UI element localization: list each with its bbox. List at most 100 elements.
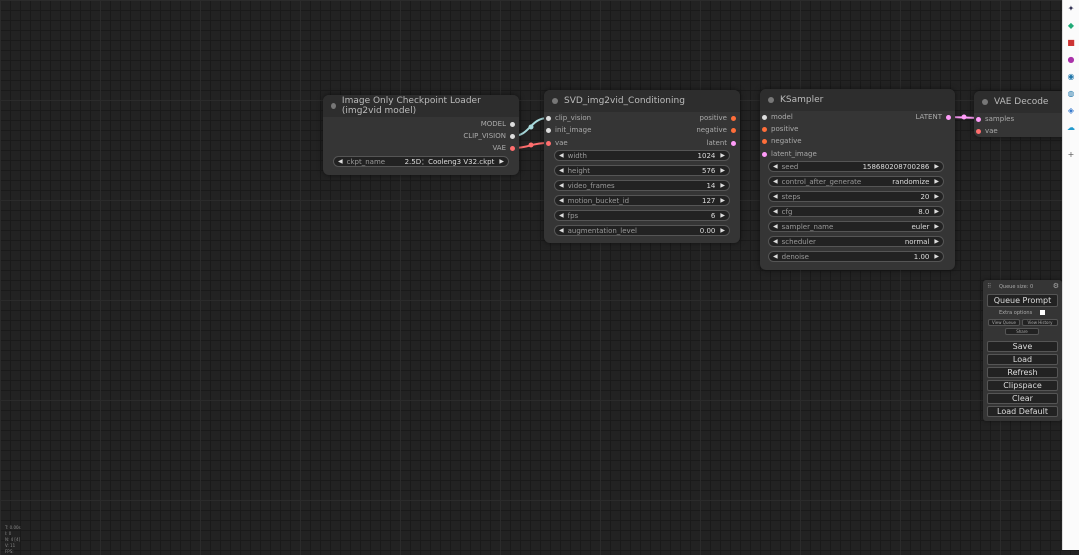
view-history-button[interactable]: View History	[1022, 319, 1058, 326]
node-vae-decode[interactable]: VAE Decode samples vae	[974, 91, 1063, 137]
output-model[interactable]: MODEL	[481, 119, 515, 129]
output-clip-vision[interactable]: CLIP_VISION	[463, 131, 515, 141]
arrow-right-icon[interactable]: ▶	[934, 193, 939, 200]
widget-control-after-generate[interactable]: ◀ control_after_generate randomize ▶	[768, 176, 944, 187]
arrow-right-icon[interactable]: ▶	[934, 223, 939, 230]
collapse-dot-icon[interactable]	[331, 103, 336, 109]
widget-ckpt-name[interactable]: ◀ ckpt_name 2.5D：Cooleng3 V32.ckpt ▶	[333, 156, 509, 167]
arrow-right-icon[interactable]: ▶	[720, 197, 725, 204]
arrow-right-icon[interactable]: ▶	[720, 152, 725, 159]
extra-options-label: Extra options	[999, 310, 1033, 316]
tag-icon[interactable]: ◆	[1066, 21, 1076, 31]
socket-icon[interactable]	[762, 151, 767, 157]
view-queue-button[interactable]: View Queue	[988, 319, 1020, 326]
output-negative[interactable]: negative	[696, 125, 736, 135]
widget-video-frames[interactable]: ◀ video_frames 14 ▶	[554, 180, 730, 191]
graph-canvas[interactable]: Image Only Checkpoint Loader (img2vid mo…	[0, 0, 1063, 554]
socket-icon[interactable]	[546, 127, 551, 133]
arrow-right-icon[interactable]: ▶	[720, 182, 725, 189]
node-ksampler[interactable]: KSampler model positive negative latent_…	[760, 89, 955, 270]
browser-sidebar: ✦ ◆ ■ ● ◉ ◍ ◈ ☁ +	[1062, 0, 1079, 550]
refresh-button[interactable]: Refresh	[987, 367, 1058, 378]
input-vae[interactable]: vae	[976, 126, 998, 136]
person-icon[interactable]: ●	[1066, 55, 1076, 65]
socket-icon[interactable]	[510, 145, 515, 151]
widget-steps[interactable]: ◀ steps 20 ▶	[768, 191, 944, 202]
arrow-right-icon[interactable]: ▶	[720, 212, 725, 219]
socket-icon[interactable]	[510, 133, 515, 139]
settings-gear-icon[interactable]: ⚙	[1053, 282, 1059, 290]
widget-scheduler[interactable]: ◀ scheduler normal ▶	[768, 236, 944, 247]
cloud-icon[interactable]: ☁	[1066, 123, 1076, 133]
outlook-icon[interactable]: ◍	[1066, 89, 1076, 99]
socket-icon[interactable]	[731, 127, 736, 133]
arrow-right-icon[interactable]: ▶	[934, 238, 939, 245]
input-samples[interactable]: samples	[976, 114, 1014, 124]
arrow-right-icon[interactable]: ▶	[499, 158, 504, 165]
node-checkpoint-loader[interactable]: Image Only Checkpoint Loader (img2vid mo…	[323, 95, 519, 175]
socket-icon[interactable]	[546, 140, 551, 146]
output-positive[interactable]: positive	[700, 113, 736, 123]
briefcase-icon[interactable]: ■	[1066, 38, 1076, 48]
output-vae[interactable]: VAE	[492, 143, 515, 153]
socket-icon[interactable]	[731, 140, 736, 146]
node-title[interactable]: Image Only Checkpoint Loader (img2vid mo…	[323, 95, 519, 117]
node-title[interactable]: KSampler	[760, 89, 955, 111]
circle-icon[interactable]: ◉	[1066, 72, 1076, 82]
queue-panel: ⠿ Queue size: 0 ⚙ Queue Prompt Extra opt…	[983, 280, 1062, 421]
node-title[interactable]: SVD_img2vid_Conditioning	[544, 90, 740, 112]
collapse-dot-icon[interactable]	[982, 99, 988, 105]
arrow-right-icon[interactable]: ▶	[934, 253, 939, 260]
widget-denoise[interactable]: ◀ denoise 1.00 ▶	[768, 251, 944, 262]
widget-sampler-name[interactable]: ◀ sampler_name euler ▶	[768, 221, 944, 232]
output-latent[interactable]: latent	[707, 138, 736, 148]
arrow-right-icon[interactable]: ▶	[720, 227, 725, 234]
arrow-right-icon[interactable]: ▶	[720, 167, 725, 174]
drag-handle-icon[interactable]: ⠿	[987, 283, 991, 290]
socket-icon[interactable]	[946, 114, 951, 120]
input-model[interactable]: model	[762, 112, 793, 122]
socket-icon[interactable]	[762, 138, 767, 144]
queue-prompt-button[interactable]: Queue Prompt	[987, 294, 1058, 307]
node-svd-conditioning[interactable]: SVD_img2vid_Conditioning clip_vision ini…	[544, 90, 740, 243]
socket-icon[interactable]	[976, 116, 981, 122]
clipspace-button[interactable]: Clipspace	[987, 380, 1058, 391]
input-clip-vision[interactable]: clip_vision	[546, 113, 591, 123]
collapse-dot-icon[interactable]	[552, 98, 558, 104]
socket-icon[interactable]	[546, 115, 551, 121]
collapse-dot-icon[interactable]	[768, 97, 774, 103]
office-icon[interactable]: ◈	[1066, 106, 1076, 116]
extra-options-checkbox[interactable]	[1040, 310, 1045, 315]
widget-height[interactable]: ◀ height 576 ▶	[554, 165, 730, 176]
share-button[interactable]: Share	[1005, 328, 1039, 335]
socket-icon[interactable]	[762, 126, 767, 132]
clear-button[interactable]: Clear	[987, 393, 1058, 404]
load-button[interactable]: Load	[987, 354, 1058, 365]
node-title[interactable]: VAE Decode	[974, 91, 1063, 113]
arrow-right-icon[interactable]: ▶	[934, 178, 939, 185]
add-icon[interactable]: +	[1066, 150, 1076, 160]
widget-motion-bucket-id[interactable]: ◀ motion_bucket_id 127 ▶	[554, 195, 730, 206]
render-stats: T: 0.00s I: 0 N: 4 [4] V: 11 FPS:	[5, 525, 21, 554]
input-negative[interactable]: negative	[762, 136, 802, 146]
input-init-image[interactable]: init_image	[546, 125, 591, 135]
socket-icon[interactable]	[510, 121, 515, 127]
input-vae[interactable]: vae	[546, 138, 568, 148]
save-button[interactable]: Save	[987, 341, 1058, 352]
socket-icon[interactable]	[976, 128, 981, 134]
load-default-button[interactable]: Load Default	[987, 406, 1058, 417]
widget-fps[interactable]: ◀ fps 6 ▶	[554, 210, 730, 221]
widget-augmentation-level[interactable]: ◀ augmentation_level 0.00 ▶	[554, 225, 730, 236]
widget-cfg[interactable]: ◀ cfg 8.0 ▶	[768, 206, 944, 217]
arrow-right-icon[interactable]: ▶	[934, 208, 939, 215]
output-latent[interactable]: LATENT	[915, 112, 951, 122]
input-positive[interactable]: positive	[762, 124, 798, 134]
arrow-right-icon[interactable]: ▶	[934, 163, 939, 170]
socket-icon[interactable]	[762, 114, 767, 120]
copilot-icon[interactable]: ✦	[1066, 4, 1076, 14]
socket-icon[interactable]	[731, 115, 736, 121]
widget-seed[interactable]: ◀ seed 158680208700286 ▶	[768, 161, 944, 172]
queue-size: Queue size: 0	[999, 284, 1034, 290]
widget-width[interactable]: ◀ width 1024 ▶	[554, 150, 730, 161]
input-latent-image[interactable]: latent_image	[762, 149, 817, 159]
